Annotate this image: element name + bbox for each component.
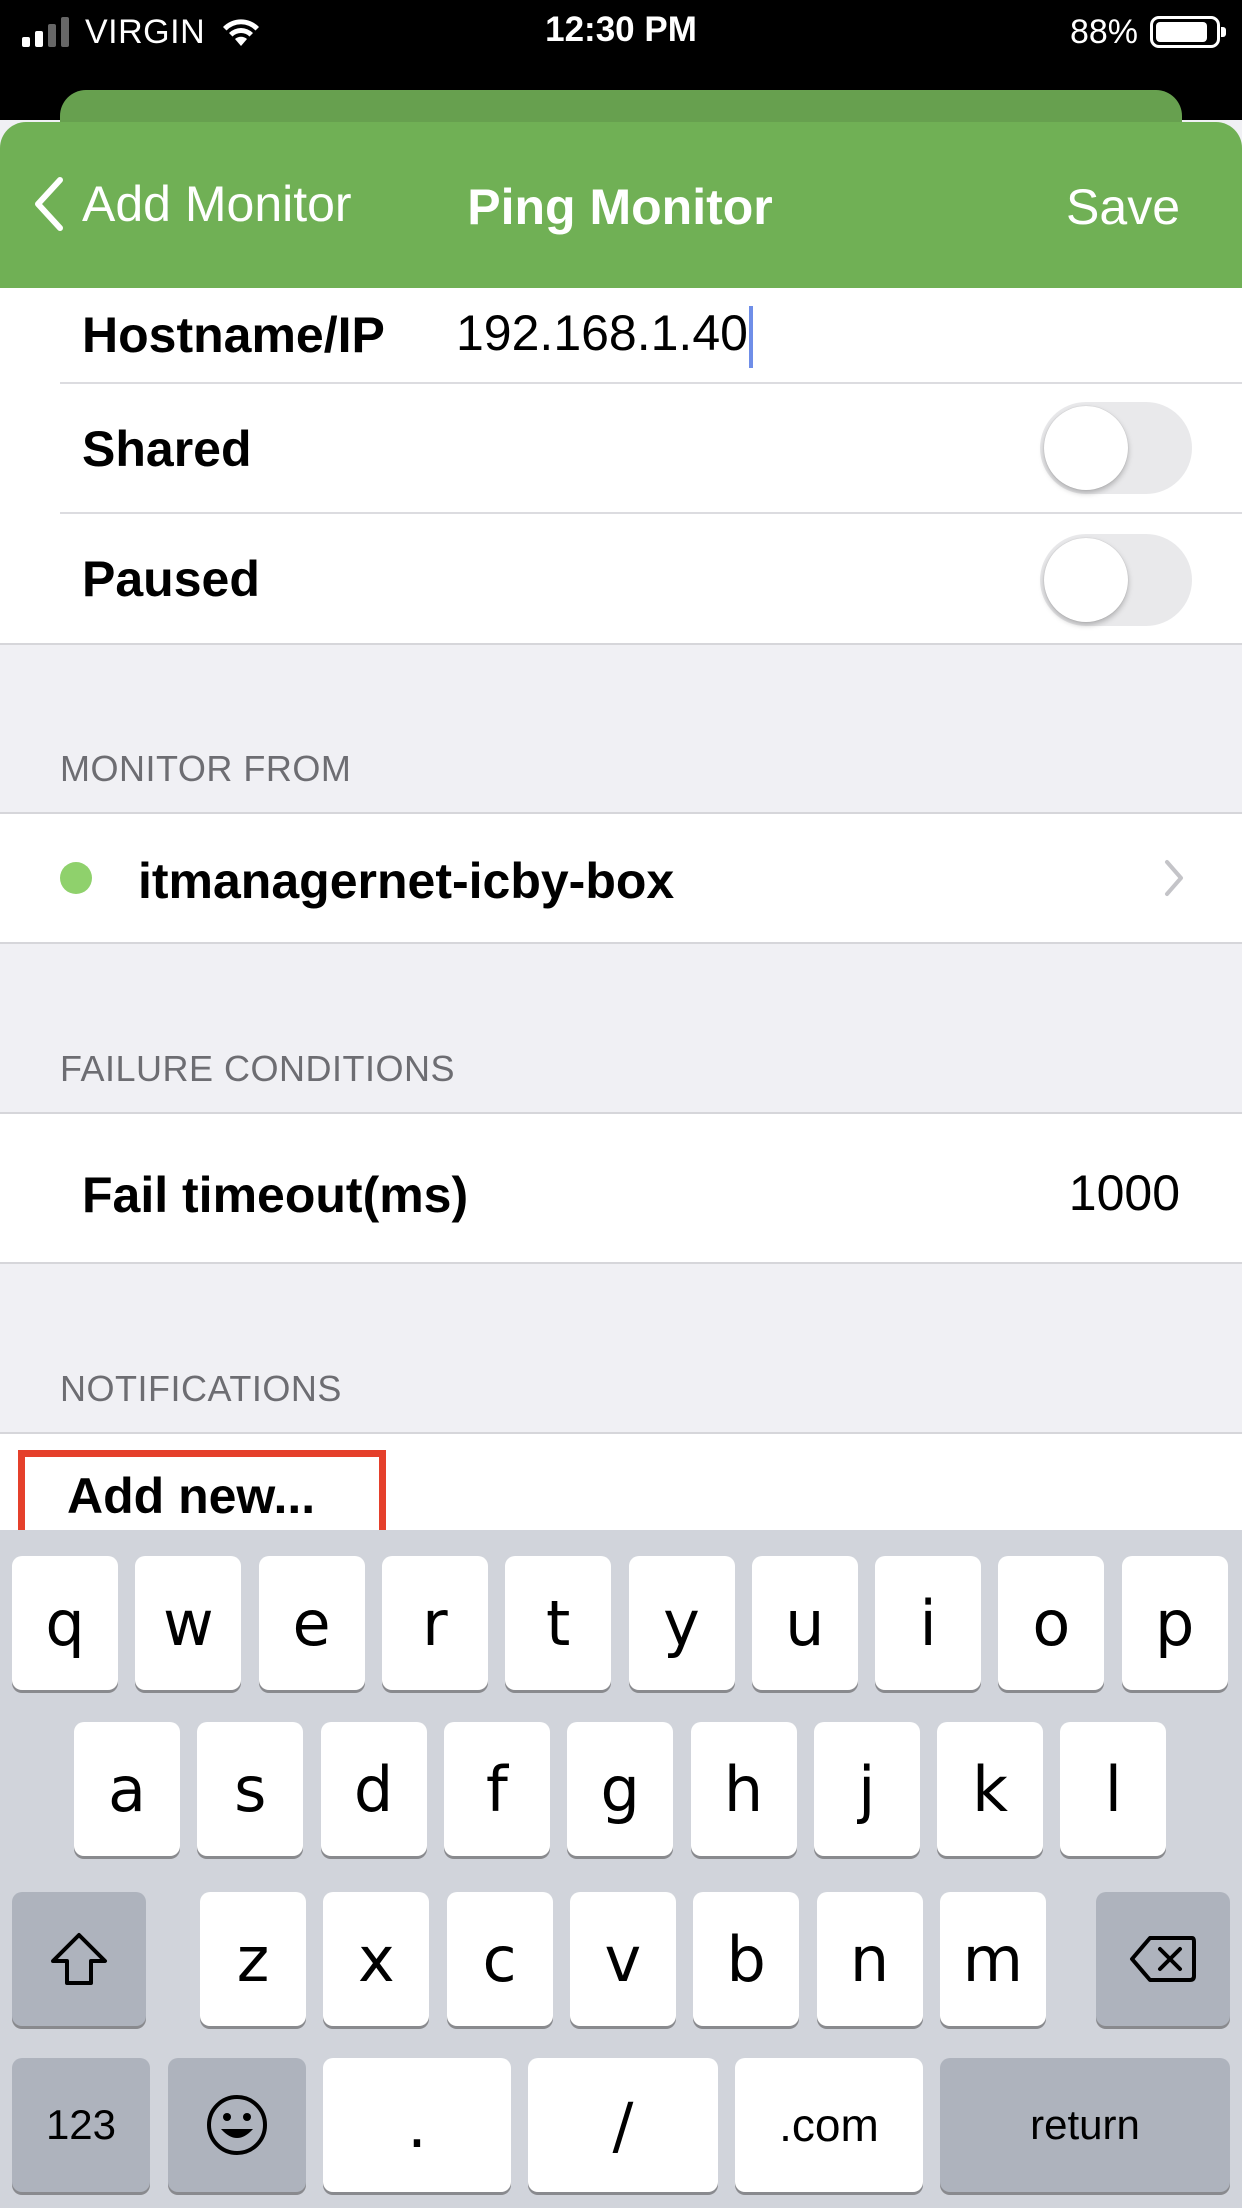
notifications-header: NOTIFICATIONS bbox=[60, 1368, 342, 1409]
group-bottom-border bbox=[0, 1262, 1242, 1264]
add-new-label: Add new... bbox=[67, 1468, 316, 1524]
key-n[interactable]: n bbox=[816, 1892, 923, 2026]
save-button[interactable]: Save bbox=[1066, 178, 1180, 236]
key-c[interactable]: c bbox=[446, 1892, 553, 2026]
emoji-key[interactable] bbox=[168, 2058, 306, 2192]
fail-timeout-label: Fail timeout(ms) bbox=[82, 1167, 469, 1223]
period-key[interactable]: . bbox=[323, 2058, 511, 2192]
dotcom-key[interactable]: .com bbox=[735, 2058, 923, 2192]
key-g[interactable]: g bbox=[567, 1722, 674, 1856]
page-title-text: Ping Monitor bbox=[467, 179, 773, 235]
key-h[interactable]: h bbox=[690, 1722, 797, 1856]
key-y[interactable]: y bbox=[628, 1556, 735, 1690]
fail-timeout-value[interactable]: 1000 bbox=[1069, 1164, 1180, 1222]
failure-conditions-header: FAILURE CONDITIONS bbox=[60, 1048, 456, 1089]
toggle-knob bbox=[1044, 538, 1128, 622]
keyboard: qwertyuiop asdfghjkl zxcvbnm 123 . / .co… bbox=[0, 1530, 1242, 2208]
return-key[interactable]: return bbox=[940, 2058, 1230, 2192]
battery-percent: 88% bbox=[1069, 12, 1138, 51]
backspace-icon bbox=[1130, 1936, 1196, 1982]
status-right: 88% bbox=[1069, 12, 1226, 52]
shared-toggle[interactable] bbox=[1040, 402, 1192, 494]
key-k[interactable]: k bbox=[937, 1722, 1044, 1856]
group-bottom-border bbox=[0, 643, 1242, 645]
monitor-settings-group: Hostname/IP 192.168.1.40 Shared Paused bbox=[0, 288, 1242, 644]
key-j[interactable]: j bbox=[813, 1722, 920, 1856]
key-t[interactable]: t bbox=[505, 1556, 612, 1690]
shift-key[interactable] bbox=[12, 1892, 146, 2026]
key-w[interactable]: w bbox=[135, 1556, 242, 1690]
chevron-right-icon bbox=[1165, 860, 1183, 896]
hostname-input[interactable]: 192.168.1.40 bbox=[456, 304, 753, 368]
key-s[interactable]: s bbox=[197, 1722, 304, 1856]
key-r[interactable]: r bbox=[381, 1556, 488, 1690]
group-bottom-border bbox=[0, 942, 1242, 944]
emoji-icon bbox=[207, 2095, 267, 2155]
key-v[interactable]: v bbox=[569, 1892, 676, 2026]
page-title: Ping Monitor bbox=[0, 178, 1242, 236]
key-b[interactable]: b bbox=[693, 1892, 800, 2026]
key-a[interactable]: a bbox=[74, 1722, 180, 1856]
text-cursor bbox=[748, 305, 753, 368]
agent-status-dot bbox=[60, 862, 92, 894]
key-z[interactable]: z bbox=[200, 1892, 306, 2026]
battery-icon bbox=[1150, 16, 1226, 48]
status-time: 12:30 PM bbox=[545, 10, 697, 49]
key-q[interactable]: q bbox=[12, 1556, 118, 1690]
navigation-bar: Add Monitor Ping Monitor Save bbox=[0, 122, 1242, 288]
backspace-key[interactable] bbox=[1096, 1892, 1230, 2026]
shift-icon bbox=[51, 1933, 107, 1985]
key-x[interactable]: x bbox=[323, 1892, 430, 2026]
key-i[interactable]: i bbox=[875, 1556, 982, 1690]
paused-label: Paused bbox=[82, 551, 260, 607]
shared-row: Shared bbox=[0, 384, 1242, 512]
key-e[interactable]: e bbox=[258, 1556, 365, 1690]
toggle-knob bbox=[1044, 406, 1128, 490]
paused-row: Paused bbox=[0, 514, 1242, 644]
agent-name: itmanagernet-icby-box bbox=[138, 853, 675, 909]
battery-fill bbox=[1156, 22, 1208, 42]
key-u[interactable]: u bbox=[751, 1556, 858, 1690]
hostname-label: Hostname/IP bbox=[82, 307, 385, 363]
hostname-row[interactable]: Hostname/IP 192.168.1.40 bbox=[0, 288, 1242, 382]
slash-key[interactable]: / bbox=[528, 2058, 718, 2192]
add-new-notification-button[interactable]: Add new... bbox=[18, 1450, 386, 1540]
key-d[interactable]: d bbox=[320, 1722, 427, 1856]
paused-toggle[interactable] bbox=[1040, 534, 1192, 626]
numbers-key[interactable]: 123 bbox=[12, 2058, 150, 2192]
hostname-value: 192.168.1.40 bbox=[456, 305, 748, 361]
shared-label: Shared bbox=[82, 421, 252, 477]
key-p[interactable]: p bbox=[1121, 1556, 1228, 1690]
key-l[interactable]: l bbox=[1060, 1722, 1167, 1856]
key-o[interactable]: o bbox=[998, 1556, 1105, 1690]
monitor-from-row[interactable]: itmanagernet-icby-box bbox=[0, 814, 1242, 942]
fail-timeout-row[interactable]: Fail timeout(ms) 1000 bbox=[0, 1114, 1242, 1262]
monitor-from-header: MONITOR FROM bbox=[60, 748, 352, 789]
key-f[interactable]: f bbox=[443, 1722, 550, 1856]
key-m[interactable]: m bbox=[939, 1892, 1046, 2026]
